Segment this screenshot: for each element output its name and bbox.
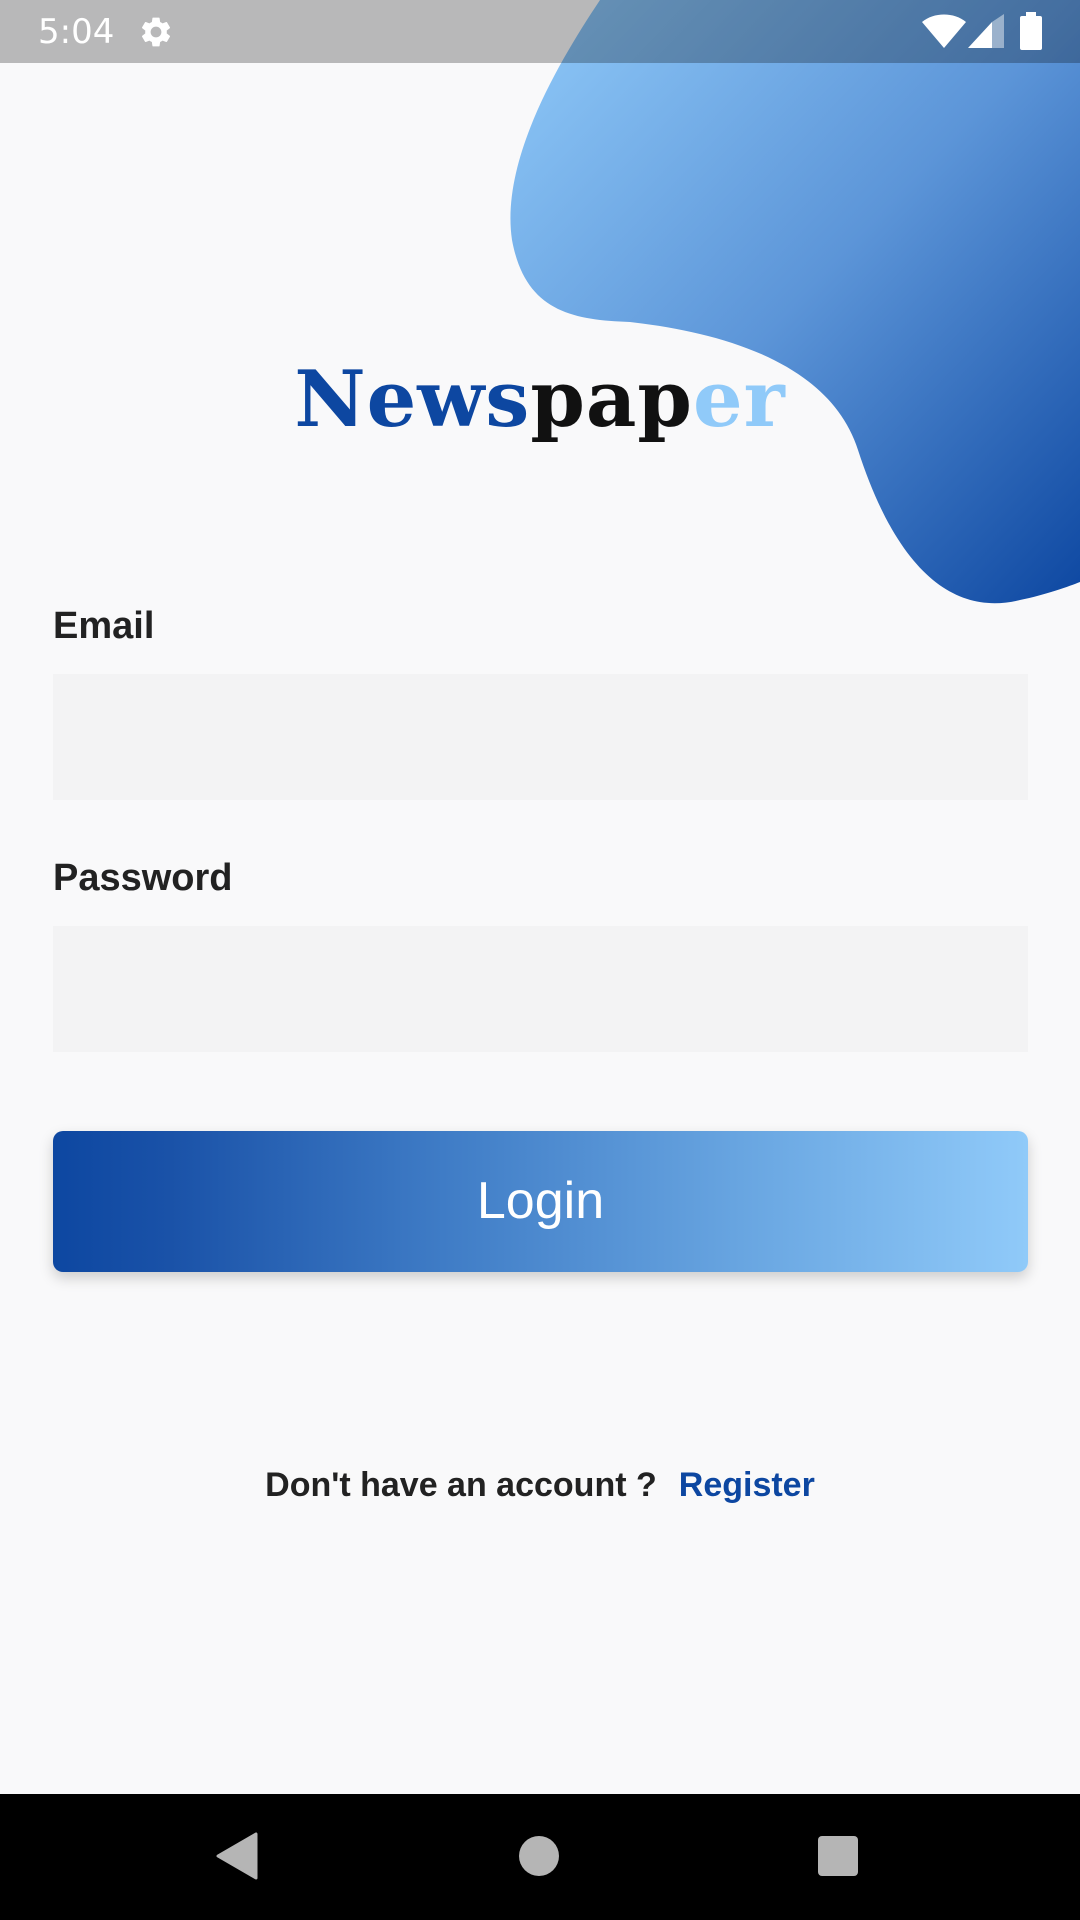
home-icon[interactable] [519, 1836, 559, 1876]
wifi-icon [922, 14, 966, 48]
recents-icon[interactable] [818, 1836, 858, 1876]
email-input[interactable] [53, 674, 1028, 800]
email-label: Email [53, 605, 155, 647]
logo-part-er: er [692, 354, 786, 445]
settings-icon [141, 17, 171, 47]
app-logo: Newspaper [0, 350, 1080, 450]
password-input[interactable] [53, 926, 1028, 1052]
login-button[interactable]: Login [53, 1131, 1028, 1272]
login-screen: 5:04 Newspaper Email Password Login Don'… [0, 0, 1080, 1920]
navigation-bar [0, 1794, 1080, 1920]
logo-part-news: News [294, 354, 531, 445]
register-prompt: Don't have an account ? [265, 1466, 657, 1504]
register-row: Don't have an account ? Register [0, 1460, 1080, 1510]
back-icon[interactable] [216, 1832, 258, 1880]
register-link[interactable]: Register [679, 1466, 815, 1504]
battery-icon [1020, 12, 1042, 50]
password-label: Password [53, 857, 233, 899]
status-bar: 5:04 [0, 0, 1080, 63]
cellular-signal-icon [968, 14, 1004, 48]
status-time: 5:04 [38, 12, 115, 52]
logo-part-pap: pap [530, 354, 693, 445]
